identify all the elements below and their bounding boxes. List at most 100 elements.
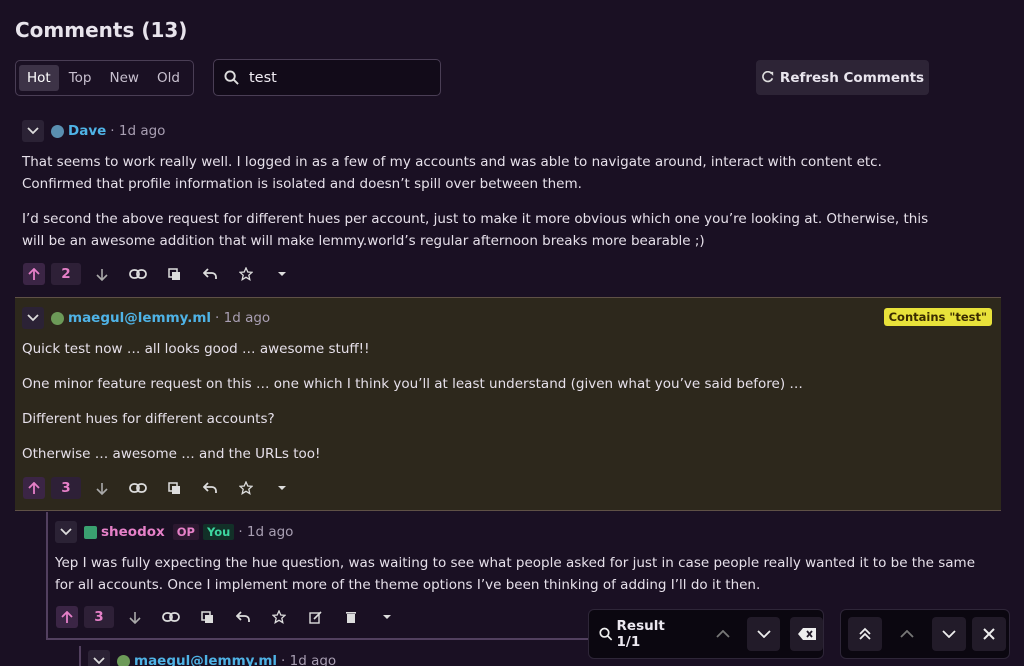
save-button[interactable] [235, 477, 257, 499]
comment-author[interactable]: maegul@lemmy.ml [134, 653, 277, 666]
sort-hot[interactable]: Hot [19, 65, 59, 91]
delete-button[interactable] [340, 606, 362, 628]
comment-nav-bar [840, 609, 1010, 659]
clear-search-button[interactable] [790, 617, 823, 651]
comment-time: · 1d ago [215, 310, 271, 326]
refresh-comments-button[interactable]: Refresh Comments [756, 60, 929, 95]
copy-button[interactable] [196, 606, 218, 628]
chevron-down-icon [757, 630, 771, 638]
edit-button[interactable] [304, 606, 326, 628]
close-icon [983, 628, 995, 640]
reply-button[interactable] [199, 263, 221, 285]
downvote-button[interactable] [91, 477, 113, 499]
previous-result-button[interactable] [707, 617, 740, 651]
comment-paragraph: I’d second the above request for differe… [22, 211, 929, 249]
close-button[interactable] [972, 617, 1006, 651]
copy-button[interactable] [163, 477, 185, 499]
comment-header: maegul@lemmy.ml · 1d ago [88, 650, 336, 666]
link-button[interactable] [127, 477, 149, 499]
comment-author[interactable]: sheodox [101, 524, 165, 540]
save-button[interactable] [268, 606, 290, 628]
trash-icon [346, 611, 356, 623]
reply-button[interactable] [199, 477, 221, 499]
chevron-down-icon [60, 528, 72, 536]
previous-comment-button[interactable] [890, 617, 924, 651]
score: 3 [84, 606, 114, 628]
collapse-button[interactable] [55, 521, 77, 543]
copy-icon [167, 481, 180, 494]
link-icon [129, 269, 147, 279]
jump-to-top-button[interactable] [848, 617, 882, 651]
chevron-down-icon [27, 127, 39, 135]
link-button[interactable] [160, 606, 182, 628]
next-result-button[interactable] [747, 617, 781, 651]
comment-body: Quick test now … all looks good … awesom… [22, 338, 982, 478]
comment-paragraph: Yep I was fully expecting the hue questi… [55, 555, 976, 593]
sort-top[interactable]: Top [61, 65, 100, 91]
search-input[interactable] [249, 69, 419, 86]
arrow-up-icon [28, 481, 40, 494]
comment-author[interactable]: maegul@lemmy.ml [68, 310, 211, 326]
comment-author[interactable]: Dave [68, 123, 106, 139]
thread-line [46, 512, 48, 640]
caret-down-icon [278, 486, 286, 490]
link-icon [162, 612, 180, 622]
upvote-button[interactable] [23, 263, 45, 285]
more-button[interactable] [271, 263, 293, 285]
reply-icon [203, 268, 217, 279]
link-icon [129, 483, 147, 493]
refresh-icon [762, 71, 774, 83]
downvote-button[interactable] [124, 606, 146, 628]
avatar [84, 525, 97, 539]
search-result-bar: Result 1/1 [588, 609, 824, 659]
arrow-down-icon [96, 482, 108, 495]
comment-paragraph: Quick test now … all looks good … awesom… [22, 341, 370, 357]
upvote-button[interactable] [23, 477, 45, 499]
caret-down-icon [278, 272, 286, 276]
thread-line [46, 638, 606, 640]
comment-body: Yep I was fully expecting the hue questi… [55, 552, 975, 609]
result-count: Result 1/1 [616, 618, 665, 650]
sort-old[interactable]: Old [149, 65, 188, 91]
reply-icon [236, 611, 250, 622]
comment-header: maegul@lemmy.ml · 1d ago [22, 307, 270, 329]
search-icon [599, 627, 613, 641]
comment-paragraph: That seems to work really well. I logged… [22, 154, 882, 192]
copy-icon [200, 610, 213, 623]
comment-paragraph: Different hues for different accounts? [22, 411, 275, 427]
op-badge: OP [172, 524, 199, 540]
caret-down-icon [383, 615, 391, 619]
link-button[interactable] [127, 263, 149, 285]
sort-tabs: Hot Top New Old [15, 60, 194, 96]
star-icon [239, 267, 253, 281]
reply-icon [203, 482, 217, 493]
chevron-down-icon [942, 630, 956, 638]
arrow-up-icon [61, 610, 73, 623]
downvote-button[interactable] [91, 263, 113, 285]
collapse-button[interactable] [88, 650, 110, 666]
comment-time: · 1d ago [281, 653, 337, 666]
page-title: Comments (13) [15, 18, 188, 42]
sort-new[interactable]: New [102, 65, 147, 91]
copy-icon [167, 267, 180, 280]
star-icon [239, 481, 253, 495]
upvote-button[interactable] [56, 606, 78, 628]
arrow-down-icon [129, 611, 141, 624]
copy-button[interactable] [163, 263, 185, 285]
reply-button[interactable] [232, 606, 254, 628]
collapse-button[interactable] [22, 120, 44, 142]
more-button[interactable] [271, 477, 293, 499]
comment-time: · 1d ago [238, 524, 294, 540]
you-badge: You [202, 524, 235, 540]
score: 2 [51, 263, 81, 285]
search-match-badge: Contains "test" [883, 308, 992, 326]
comment-actions: 2 [23, 262, 307, 286]
more-button[interactable] [376, 606, 398, 628]
comment-header: Dave · 1d ago [22, 120, 165, 142]
next-comment-button[interactable] [932, 617, 966, 651]
comment-search [213, 59, 441, 96]
edit-icon [308, 610, 322, 624]
avatar [117, 654, 130, 666]
collapse-button[interactable] [22, 307, 44, 329]
save-button[interactable] [235, 263, 257, 285]
